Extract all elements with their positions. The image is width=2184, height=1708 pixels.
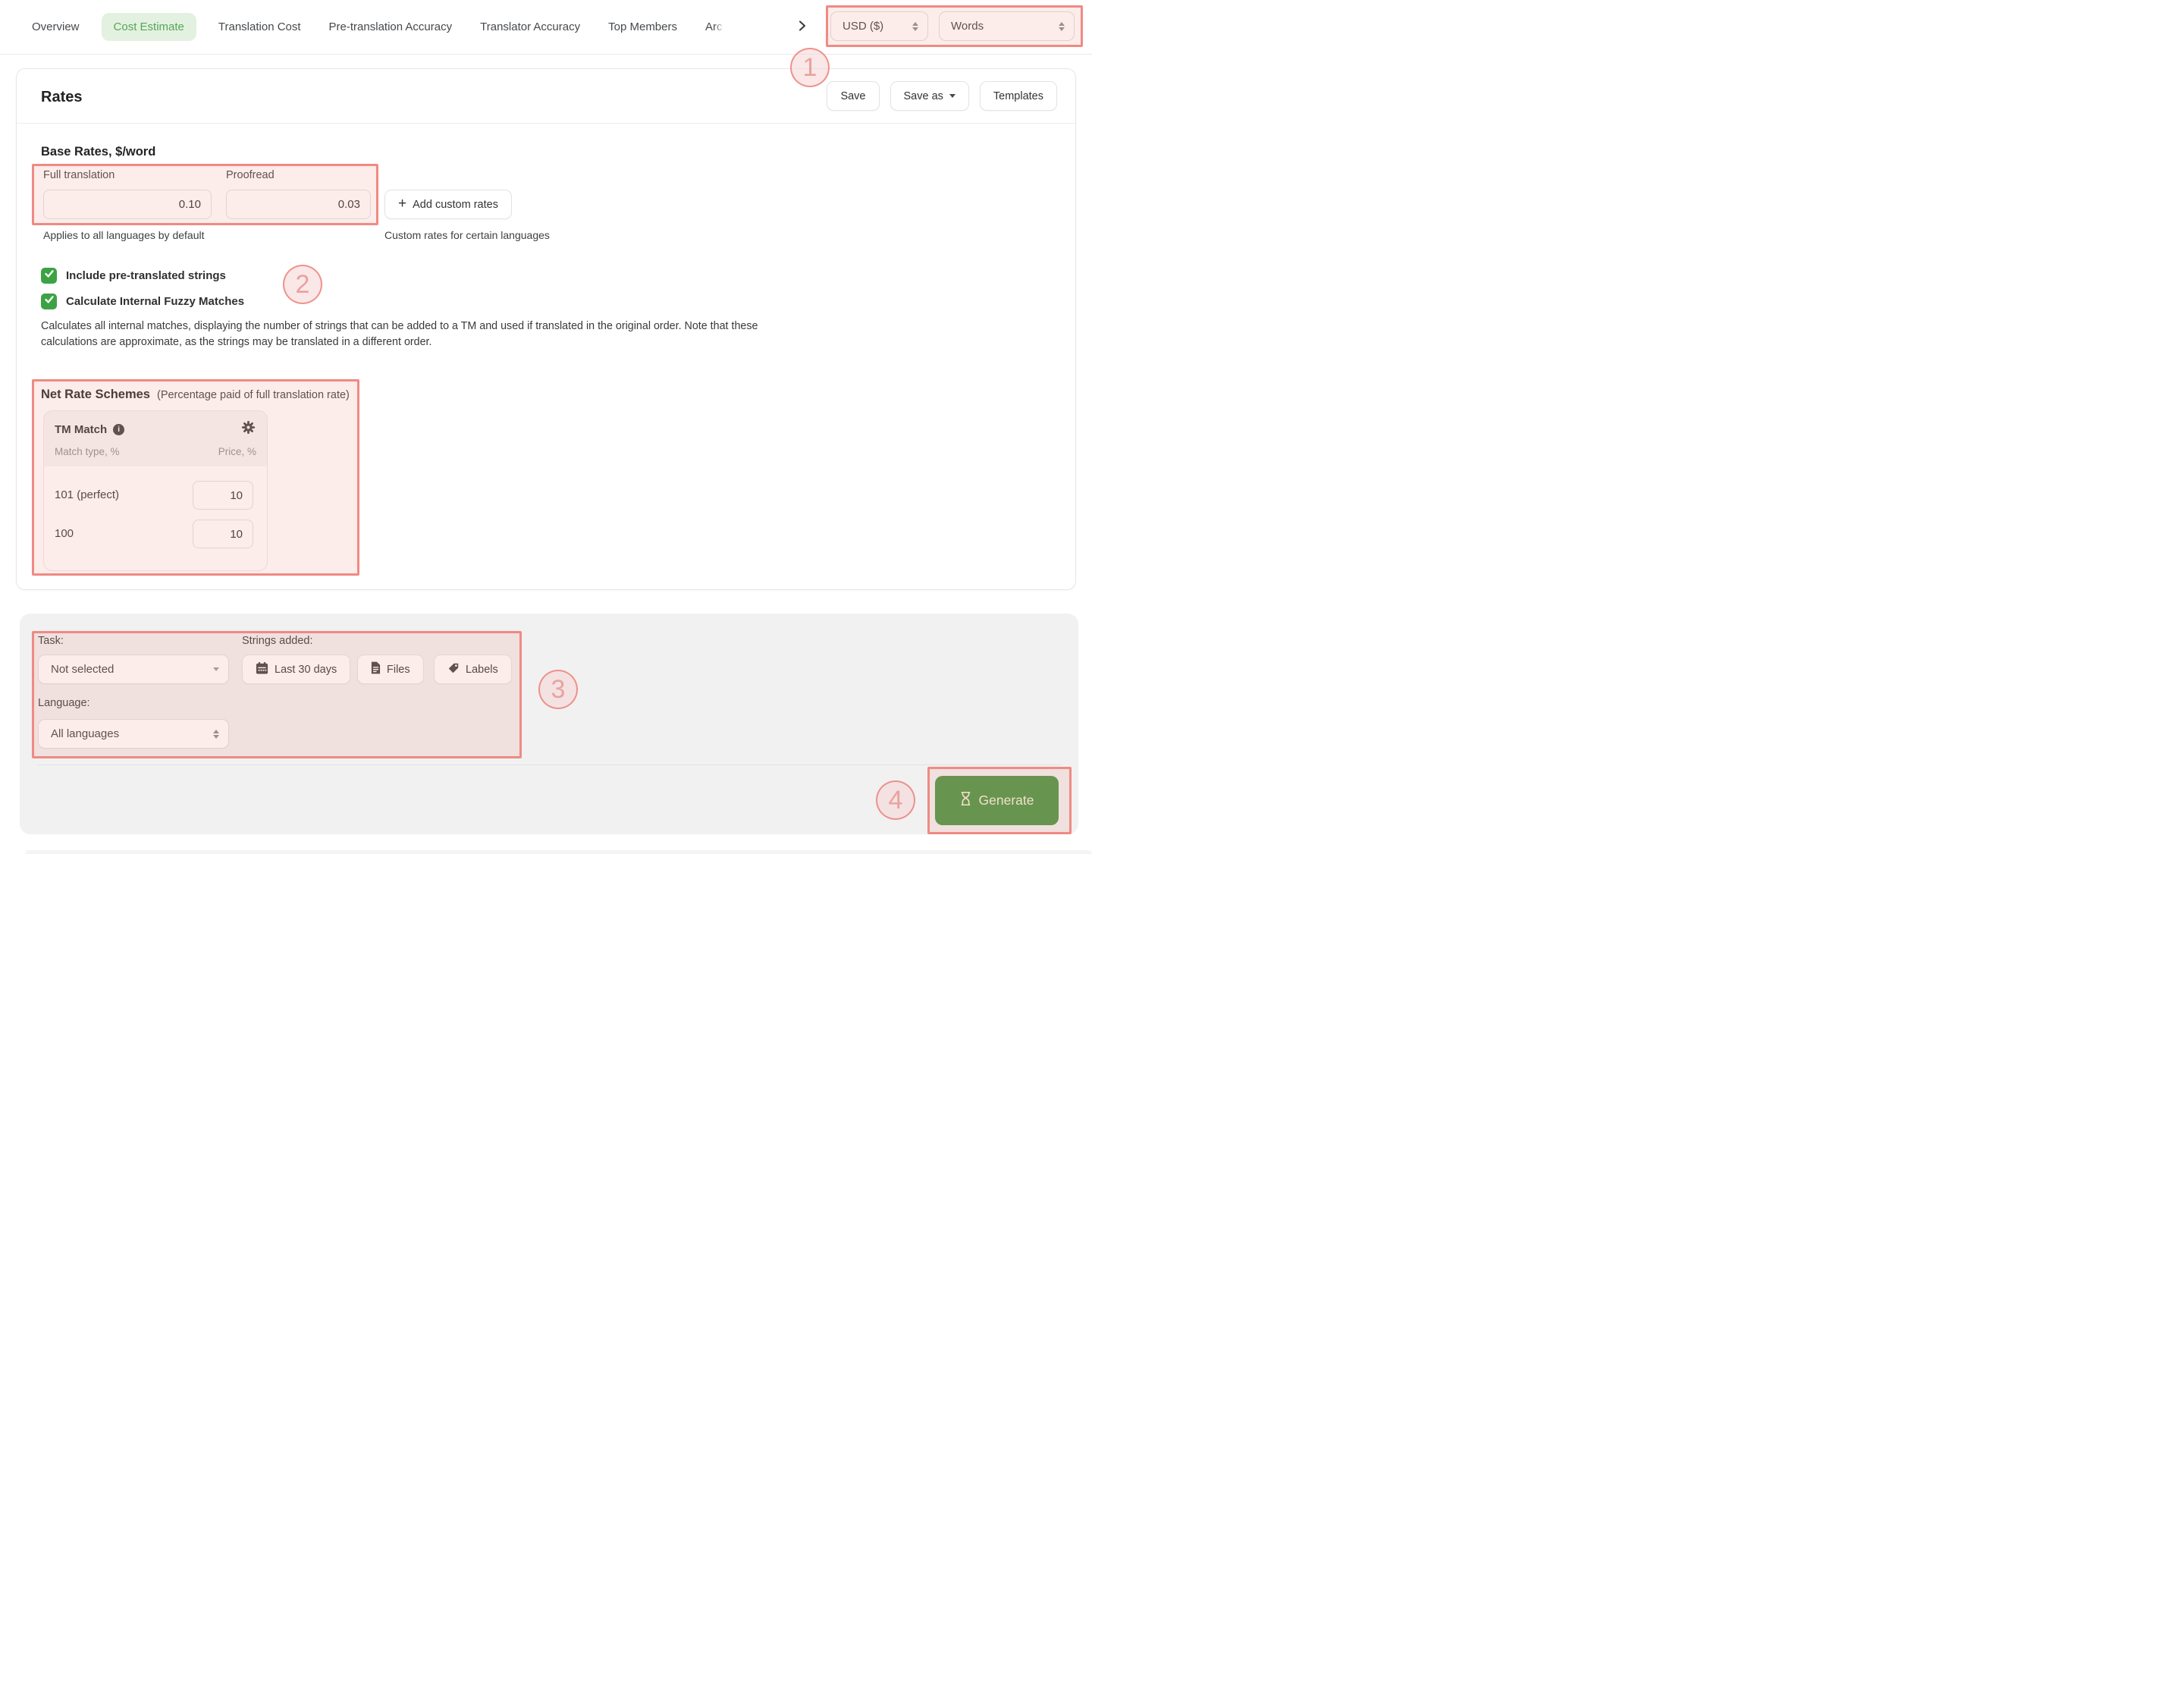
tab-pre-translation-accuracy[interactable]: Pre-translation Accuracy [323,20,459,33]
language-select[interactable]: All languages [38,719,229,749]
currency-select[interactable]: USD ($) [830,11,928,41]
calendar-icon [256,661,268,678]
net-rate-schemes-title: Net Rate Schemes [41,388,150,402]
internal-fuzzy-checkbox[interactable] [41,294,57,309]
task-label: Task: [38,635,64,647]
info-icon[interactable]: i [113,424,124,435]
default-rates-note: Applies to all languages by default [43,229,204,241]
task-select-value: Not selected [51,663,114,676]
unit-select[interactable]: Words [939,11,1075,41]
tag-icon [447,662,460,677]
net-rate-schemes-note: (Percentage paid of full translation rat… [157,389,350,401]
select-sort-icon [912,22,918,31]
internal-fuzzy-row: Calculate Internal Fuzzy Matches [41,294,244,309]
fuzzy-description-line2: calculations are approximate, as the str… [41,336,432,348]
chevron-right-icon [798,20,807,36]
include-pretranslated-checkbox[interactable] [41,268,57,284]
rates-actions: Save Save as Templates [827,81,1057,111]
labels-label: Labels [466,664,498,676]
currency-select-value: USD ($) [843,20,883,33]
tm-rate-input-101[interactable]: 10 [193,481,253,510]
rates-title: Rates [41,89,82,106]
tab-overview[interactable]: Overview [26,20,86,33]
include-pretranslated-row: Include pre-translated strings [41,268,226,284]
files-label: Files [387,664,410,676]
tm-match-title-row: TM Match i [55,423,124,436]
clipped-tab-fade [714,20,725,33]
check-icon [44,294,55,309]
tab-translator-accuracy[interactable]: Translator Accuracy [474,20,586,33]
generate-label: Generate [979,793,1034,808]
language-label: Language: [38,697,90,709]
labels-button[interactable]: Labels [434,655,512,684]
last-30-days-button[interactable]: Last 30 days [242,655,350,684]
fuzzy-description-line1: Calculates all internal matches, display… [41,320,758,332]
card-header-divider [17,123,1075,124]
add-custom-rates-button[interactable]: + Add custom rates [384,190,512,219]
save-button[interactable]: Save [827,81,879,111]
strings-added-label: Strings added: [242,635,313,647]
select-sort-icon [213,730,219,739]
report-tabs-nav: Overview Cost Estimate Translation Cost … [0,0,1092,55]
tab-top-members[interactable]: Top Members [602,20,683,33]
tm-match-header [44,411,267,466]
save-as-label: Save as [904,90,943,102]
generate-button[interactable]: Generate [935,776,1059,825]
custom-rates-note: Custom rates for certain languages [384,229,550,241]
select-sort-icon [1059,22,1065,31]
tab-translation-cost[interactable]: Translation Cost [212,20,307,33]
unit-select-value: Words [951,20,984,33]
templates-button[interactable]: Templates [980,81,1057,111]
base-rates-heading: Base Rates, $/word [41,145,155,159]
net-rate-schemes-heading: Net Rate Schemes (Percentage paid of ful… [41,388,350,402]
task-select[interactable]: Not selected [38,655,229,684]
full-translation-input[interactable]: 0.10 [43,190,212,219]
report-generator-panel: Task: Not selected Strings added: [20,614,1078,834]
price-column-header: Price, % [218,446,256,457]
internal-fuzzy-label: Calculate Internal Fuzzy Matches [66,295,244,308]
language-select-value: All languages [51,727,119,740]
tabs-overflow-button[interactable] [795,20,810,35]
last-30-days-label: Last 30 days [275,664,337,676]
file-icon [371,661,381,677]
chevron-down-icon [949,94,956,98]
tm-rate-input-100[interactable]: 10 [193,520,253,548]
tm-match-title: TM Match [55,423,107,436]
proofread-input[interactable]: 0.03 [226,190,371,219]
rates-card: Rates Save Save as Templates Base Rates,… [16,68,1076,590]
tm-row-label-101: 101 (perfect) [55,488,119,501]
cost-estimate-page: Overview Cost Estimate Translation Cost … [0,0,1092,854]
tm-match-card: TM Match i Match type, % Price, % 10 [43,410,268,571]
tm-row-label-100: 100 [55,527,74,540]
hourglass-icon [960,791,971,810]
tab-archive-clipped[interactable]: Arc [699,20,725,33]
plus-icon: + [398,196,406,212]
gear-icon[interactable] [241,420,256,438]
tab-cost-estimate[interactable]: Cost Estimate [102,13,196,41]
save-as-button[interactable]: Save as [890,81,969,111]
proofread-label: Proofread [226,169,275,181]
full-translation-label: Full translation [43,169,115,181]
chevron-down-icon [213,667,219,671]
add-custom-rates-label: Add custom rates [413,199,498,211]
include-pretranslated-label: Include pre-translated strings [66,269,226,282]
match-type-column-header: Match type, % [55,446,120,457]
check-icon [44,268,55,283]
next-section-strip [25,850,1092,854]
files-button[interactable]: Files [357,655,424,684]
